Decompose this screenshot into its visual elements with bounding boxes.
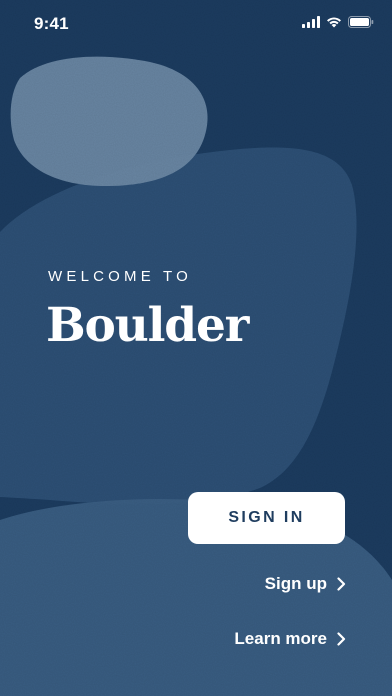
welcome-screen: 9:41 WELCOME TO Boulder SIGN IN Sign up … <box>0 0 392 696</box>
chevron-right-icon <box>337 632 346 646</box>
brand-title: Boulder <box>46 298 249 353</box>
wifi-icon <box>326 16 342 28</box>
learn-more-link[interactable]: Learn more <box>234 629 346 649</box>
chevron-right-icon <box>337 577 346 591</box>
learn-more-label: Learn more <box>234 629 327 648</box>
welcome-label: WELCOME TO <box>48 268 192 285</box>
sign-in-label: SIGN IN <box>228 509 305 526</box>
battery-icon <box>348 16 374 28</box>
status-bar: 9:41 <box>0 0 392 48</box>
sign-up-link[interactable]: Sign up <box>265 574 346 594</box>
sign-in-button[interactable]: SIGN IN <box>188 492 345 544</box>
status-time: 9:41 <box>34 14 69 33</box>
sign-up-label: Sign up <box>264 574 327 593</box>
cellular-signal-icon <box>302 16 320 28</box>
status-icons <box>302 16 374 28</box>
